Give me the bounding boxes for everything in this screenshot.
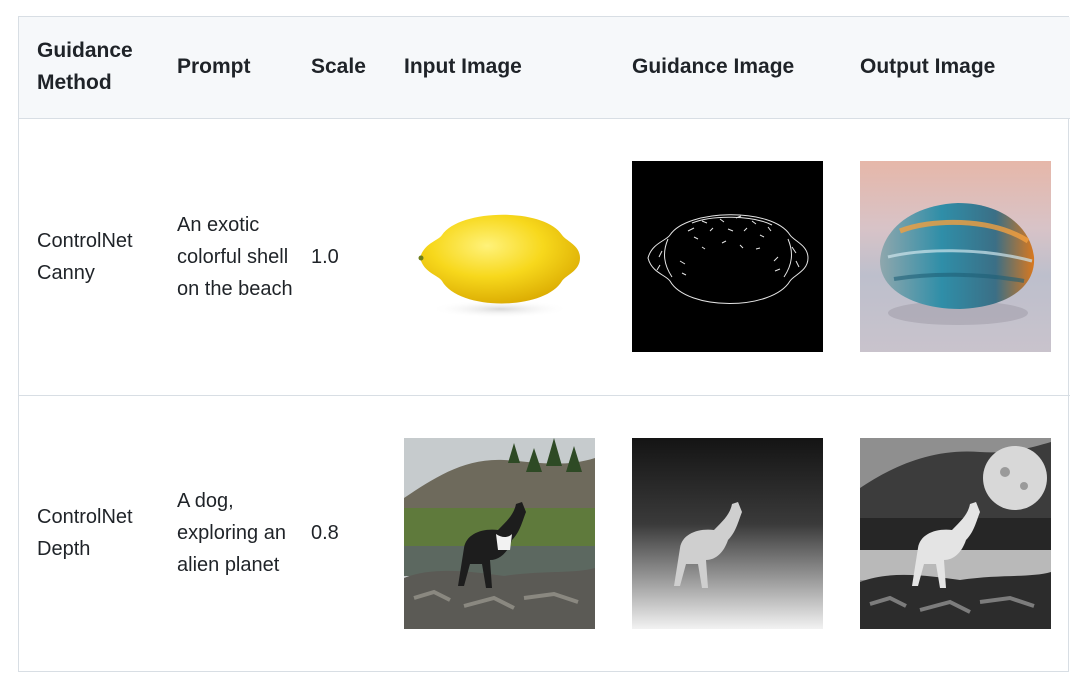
cell-prompt: An exotic colorful shell on the beach	[177, 213, 293, 300]
lemon-input-image	[404, 161, 595, 352]
cell-guidance-image	[614, 118, 842, 395]
cell-method: ControlNet Depth	[37, 506, 133, 561]
cell-prompt: A dog, exploring an alien planet	[177, 490, 286, 577]
shell-output-image	[860, 161, 1051, 352]
cell-output-image	[842, 118, 1070, 395]
table-row: ControlNet Canny An exotic colorful shel…	[19, 118, 1070, 395]
canny-edge-guidance-image	[632, 161, 823, 352]
comparison-table-container: Guidance Method Prompt Scale Input Image…	[18, 16, 1070, 672]
header-guidance-image: Guidance Image	[632, 55, 795, 79]
dog-input-image	[404, 437, 595, 629]
comparison-table: Guidance Method Prompt Scale Input Image…	[19, 17, 1070, 671]
table-row: ControlNet Depth A dog, exploring an ali…	[19, 395, 1070, 671]
depth-guidance-image	[632, 437, 823, 629]
cell-input-image	[386, 118, 614, 395]
header-output-image: Output Image	[860, 55, 996, 79]
header-guidance-method: Guidance Method	[37, 39, 133, 95]
cell-input-image	[386, 395, 614, 671]
header-prompt: Prompt	[177, 55, 251, 79]
alien-dog-output-image	[860, 437, 1051, 629]
header-row: Guidance Method Prompt Scale Input Image…	[19, 17, 1070, 118]
cell-scale: 0.8	[311, 522, 339, 545]
table-header: Guidance Method Prompt Scale Input Image…	[19, 17, 1070, 118]
cell-guidance-image	[614, 395, 842, 671]
cell-output-image	[842, 395, 1070, 671]
header-scale: Scale	[311, 55, 366, 79]
header-input-image: Input Image	[404, 55, 522, 79]
cell-method: ControlNet Canny	[37, 229, 133, 284]
cell-scale: 1.0	[311, 245, 339, 268]
